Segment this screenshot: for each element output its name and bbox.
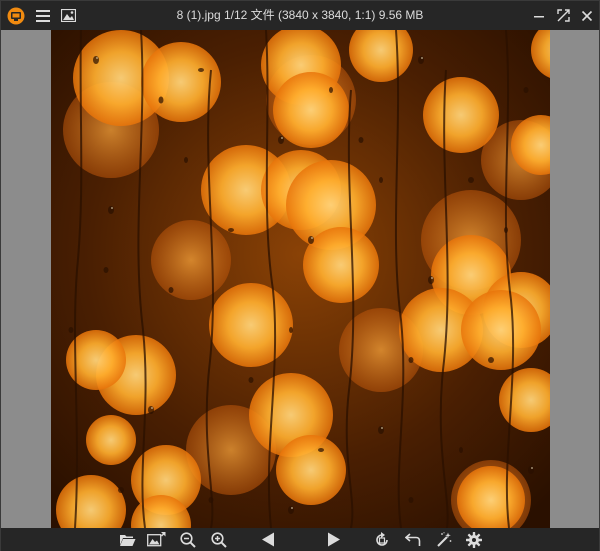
previous-icon[interactable] [255, 528, 281, 551]
menu-icon[interactable] [30, 1, 56, 30]
image-icon[interactable] [55, 1, 81, 30]
minimize-icon[interactable] [526, 1, 552, 30]
settings-icon[interactable] [461, 528, 487, 551]
open-image-icon[interactable] [143, 528, 169, 551]
displayed-photo [51, 30, 550, 528]
magic-wand-icon[interactable] [431, 528, 457, 551]
undo-icon[interactable] [400, 528, 426, 551]
rotate-icon[interactable] [369, 528, 395, 551]
open-folder-icon[interactable] [114, 528, 140, 551]
bottom-toolbar [1, 528, 599, 551]
image-viewer-window: 8 (1).jpg 1/12 文件 (3840 x 3840, 1:1) 9.5… [0, 0, 600, 551]
close-icon[interactable] [574, 1, 600, 30]
title-bar: 8 (1).jpg 1/12 文件 (3840 x 3840, 1:1) 9.5… [1, 1, 599, 30]
image-canvas[interactable] [1, 30, 599, 528]
next-icon[interactable] [321, 528, 347, 551]
fullscreen-icon[interactable] [550, 1, 576, 30]
app-logo-icon[interactable] [3, 1, 29, 30]
window-title: 8 (1).jpg 1/12 文件 (3840 x 3840, 1:1) 9.5… [176, 8, 424, 22]
zoom-out-icon[interactable] [175, 528, 201, 551]
zoom-in-icon[interactable] [206, 528, 232, 551]
